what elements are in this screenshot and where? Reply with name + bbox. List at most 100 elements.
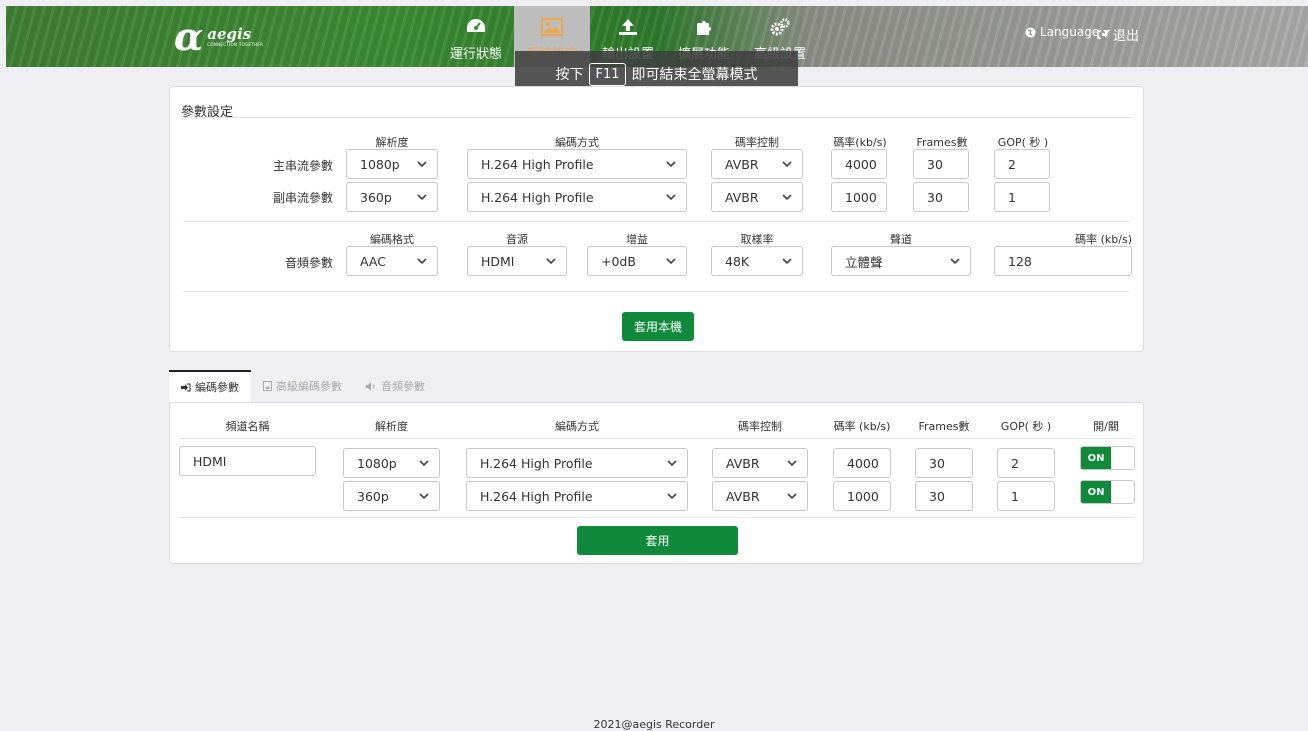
dashboard-icon — [465, 16, 487, 38]
sample-rate-select[interactable]: 48K — [711, 246, 803, 276]
encode-params-panel: 頻道名稱 解析度 編碼方式 碼率控制 碼率 (kb/s) Frames數 GOP… — [169, 402, 1144, 564]
header-bitrate: 碼率(kb/s) — [833, 136, 887, 149]
main-gop-input[interactable]: 2 — [994, 149, 1050, 179]
row1-resolution-select[interactable]: 1080p — [343, 448, 440, 478]
header-rate-control: 碼率控制 — [735, 136, 779, 149]
header-sample-rate: 取樣率 — [740, 233, 774, 246]
audio-source-select[interactable]: HDMI — [467, 246, 567, 276]
chevron-down-icon — [787, 460, 797, 467]
row1-bitrate-input[interactable]: 4000 — [833, 448, 891, 478]
row2-gop-input[interactable]: 1 — [997, 481, 1055, 511]
main-frames-input[interactable]: 30 — [913, 149, 969, 179]
header-resolution: 解析度 — [375, 420, 408, 433]
tab-audio-params[interactable]: 音頻參數 — [354, 370, 437, 402]
tooltip-prefix: 按下 — [555, 67, 584, 83]
alpha-logo-mark: α — [174, 14, 204, 59]
header-frames: Frames數 — [918, 420, 970, 433]
volume-icon — [366, 381, 375, 391]
main-rate-control-select[interactable]: AVBR — [711, 149, 803, 179]
chevron-down-icon — [666, 194, 676, 201]
title-divider — [181, 117, 1132, 118]
sub-encoding-select[interactable]: H.264 High Profile — [467, 182, 687, 212]
image-icon — [541, 16, 563, 38]
header-gop: GOP( 秒 ) — [1000, 420, 1052, 433]
header-rate-control: 碼率控制 — [738, 420, 782, 433]
row1-encoding-select[interactable]: H.264 High Profile — [466, 448, 688, 478]
header-gop: GOP( 秒 ) — [997, 136, 1049, 149]
tab-advanced-encode-params[interactable]: 高級編碼參數 — [251, 370, 354, 402]
row1-on-off-toggle[interactable]: ON — [1080, 446, 1135, 470]
row2-bitrate-input[interactable]: 1000 — [833, 481, 891, 511]
row2-encoding-select[interactable]: H.264 High Profile — [466, 481, 688, 511]
sub-gop-input[interactable]: 1 — [994, 182, 1050, 212]
chevron-down-icon — [950, 258, 960, 265]
chevron-down-icon — [782, 194, 792, 201]
chevron-down-icon — [667, 493, 677, 500]
row1-rate-control-select[interactable]: AVBR — [712, 448, 808, 478]
header-audio-gain: 增益 — [626, 233, 648, 246]
row2-frames-input[interactable]: 30 — [915, 481, 973, 511]
puzzle-icon — [693, 16, 715, 38]
chevron-down-icon — [667, 460, 677, 467]
language-label: Language — [1040, 25, 1100, 39]
chevron-down-icon — [419, 460, 429, 467]
chevron-down-icon — [782, 161, 792, 168]
upload-icon — [617, 16, 639, 38]
chevron-down-icon — [419, 493, 429, 500]
globe-icon — [1025, 27, 1036, 37]
section-divider — [179, 517, 1134, 518]
header-encoding: 編碼方式 — [555, 420, 599, 433]
row1-gop-input[interactable]: 2 — [997, 448, 1055, 478]
parameter-settings-panel: 參數設定 解析度 編碼方式 碼率控制 碼率(kb/s) Frames數 GOP(… — [169, 86, 1144, 352]
logout-label: 退出 — [1113, 29, 1140, 44]
tab-encode-params[interactable]: 編碼參數 — [169, 370, 251, 402]
row1-frames-input[interactable]: 30 — [915, 448, 973, 478]
apply-local-button[interactable]: 套用本機 — [622, 312, 694, 341]
audio-format-select[interactable]: AAC — [346, 246, 438, 276]
sub-bitrate-input[interactable]: 1000 — [831, 182, 887, 212]
sub-resolution-select[interactable]: 360p — [346, 182, 438, 212]
chevron-down-icon — [417, 194, 427, 201]
chevron-down-icon — [782, 258, 792, 265]
header-audio-format: 編碼格式 — [370, 233, 414, 246]
main-stream-label: 主串流參數 — [272, 159, 333, 173]
nav-label-status: 運行狀態 — [449, 47, 502, 62]
header-frames: Frames數 — [916, 136, 968, 149]
sub-stream-label: 副串流參數 — [272, 191, 333, 205]
main-resolution-select[interactable]: 1080p — [346, 149, 438, 179]
header-channel-name: 頻道名稱 — [225, 420, 270, 433]
toggle-on-state: ON — [1081, 481, 1111, 503]
logo-name: aegis — [207, 24, 252, 43]
logout-link[interactable]: 退出 — [1097, 25, 1139, 44]
logo-tagline: CONNECTION TOGETHER — [207, 41, 264, 47]
row2-rate-control-select[interactable]: AVBR — [712, 481, 808, 511]
audio-gain-select[interactable]: +0dB — [587, 246, 687, 276]
sub-rate-control-select[interactable]: AVBR — [711, 182, 803, 212]
tooltip-key: F11 — [589, 62, 626, 86]
header-encoding: 編碼方式 — [555, 136, 599, 149]
cogs-icon — [769, 16, 791, 38]
row2-resolution-select[interactable]: 360p — [343, 481, 440, 511]
chevron-down-icon — [666, 258, 676, 265]
apply-button[interactable]: 套用 — [577, 526, 738, 555]
audio-params-label: 音頻參數 — [284, 256, 333, 270]
header-audio-bitrate: 碼率 (kb/s) — [1075, 233, 1132, 246]
sign-in-icon — [181, 383, 191, 391]
sub-frames-input[interactable]: 30 — [913, 182, 969, 212]
channel-name-input[interactable]: HDMI — [179, 446, 316, 476]
audio-bitrate-input[interactable]: 128 — [994, 246, 1132, 276]
nav-item-status[interactable]: 運行狀態 — [438, 6, 514, 67]
chevron-down-icon — [787, 493, 797, 500]
sign-out-icon — [1097, 30, 1108, 39]
header-divider — [179, 438, 1134, 439]
section-divider — [183, 221, 1130, 222]
aegis-logo[interactable]: α aegis CONNECTION TOGETHER — [174, 14, 264, 59]
row2-on-off-toggle[interactable]: ON — [1080, 480, 1135, 504]
tooltip-suffix: 即可結束全螢幕模式 — [631, 67, 758, 83]
header-bitrate: 碼率 (kb/s) — [833, 420, 891, 433]
main-encoding-select[interactable]: H.264 High Profile — [467, 149, 687, 179]
channel-select[interactable]: 立體聲 — [831, 246, 971, 276]
main-bitrate-input[interactable]: 4000 — [831, 149, 887, 179]
chevron-down-icon — [417, 258, 427, 265]
header-audio-source: 音源 — [506, 233, 528, 246]
